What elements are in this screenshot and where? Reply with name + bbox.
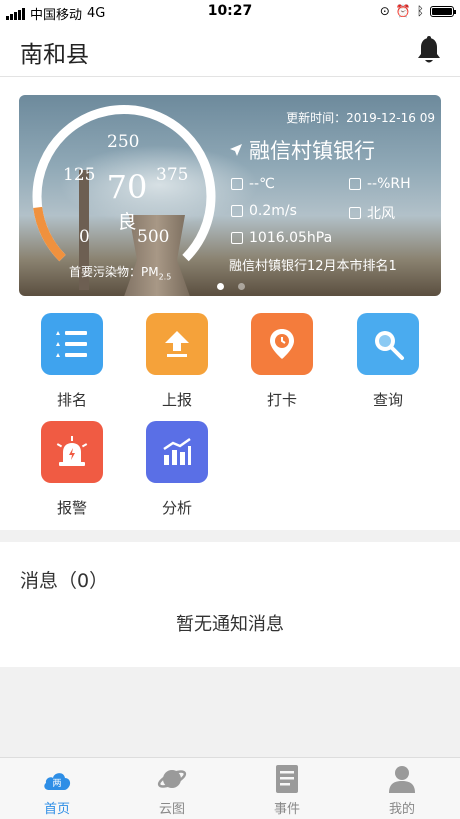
thermometer-icon	[231, 178, 243, 190]
feature-label: 分析	[161, 499, 192, 517]
page-title: 南和县	[20, 42, 89, 68]
feature-label: 查询	[372, 391, 403, 409]
wind-speed-icon	[231, 205, 243, 217]
humidity-value: --%RH	[367, 176, 411, 192]
gauge-tick-250: 250	[107, 132, 140, 152]
chart-analysis-icon	[146, 421, 208, 483]
search-icon	[357, 313, 419, 375]
document-icon	[272, 764, 302, 794]
temperature-value: --℃	[249, 176, 275, 192]
rotation-lock-icon: ⊙	[379, 4, 390, 18]
station-label: 融信村镇银行	[249, 139, 375, 163]
feature-ranking[interactable]: 排名	[19, 313, 125, 410]
carousel-dots	[217, 283, 245, 290]
carousel-dot[interactable]	[217, 283, 224, 290]
location-clock-icon	[251, 313, 313, 375]
app-header: 南和县	[0, 24, 460, 77]
alarm-icon: ⏰	[395, 4, 411, 18]
pollutant-subscript: 2.5	[158, 272, 172, 282]
feature-query[interactable]: 查询	[335, 313, 441, 410]
bell-icon[interactable]	[416, 36, 442, 64]
gauge-tick-125: 125	[63, 165, 96, 185]
tab-profile[interactable]: 我的	[362, 764, 442, 817]
tab-label: 首页	[43, 802, 70, 817]
station-name: 融信村镇银行	[229, 135, 375, 165]
aqi-level: 良	[117, 211, 137, 233]
ranking-list-icon	[41, 313, 103, 375]
feature-label: 上报	[161, 391, 192, 409]
feature-label: 排名	[56, 391, 87, 409]
temperature-item: --℃	[231, 176, 275, 192]
primary-pollutant: 首要污染物：PM2.5	[69, 263, 171, 281]
gauge-tick-375: 375	[156, 165, 189, 185]
battery-icon	[430, 5, 456, 17]
home-cloud-icon: 两	[42, 764, 72, 794]
wind-direction-value: 北风	[367, 206, 395, 222]
bluetooth-icon: ᛒ	[416, 4, 424, 18]
messages-title: 消息（0）	[20, 570, 109, 592]
humidity-item: --%RH	[349, 176, 411, 192]
tab-home[interactable]: 两 首页	[17, 764, 97, 817]
feature-label: 打卡	[266, 391, 297, 409]
main-content: 250 125 375 0 500 70 良 首要污染物：PM2.5 更新时间：…	[0, 77, 460, 530]
pressure-icon	[231, 232, 243, 244]
planet-icon	[157, 764, 187, 794]
status-bar: 中国移动 4G 10:27 ⊙ ⏰ ᛒ	[0, 0, 460, 24]
aqi-value: 70	[106, 168, 148, 206]
pressure-item: 1016.05hPa	[231, 230, 332, 246]
wind-speed-value: 0.2m/s	[249, 203, 297, 219]
alarm-siren-icon	[41, 421, 103, 483]
tab-label: 事件	[273, 802, 300, 817]
feature-report[interactable]: 上报	[124, 313, 230, 410]
pollutant-label: 首要污染物：PM	[69, 265, 159, 279]
gauge-tick-0: 0	[79, 227, 90, 247]
status-right: ⊙ ⏰ ᛒ	[379, 4, 456, 18]
feature-alarm[interactable]: 报警	[19, 421, 125, 518]
carousel-dot[interactable]	[238, 283, 245, 290]
messages-section: 消息（0） 暂无通知消息	[0, 542, 460, 667]
bottom-tab-bar: 两 首页 云图 事件 我的	[0, 757, 460, 819]
person-icon	[387, 764, 417, 794]
empty-messages-text: 暂无通知消息	[176, 614, 284, 635]
feature-analysis[interactable]: 分析	[124, 421, 230, 518]
tab-label: 我的	[388, 802, 415, 817]
humidity-icon	[349, 178, 361, 190]
svg-text:两: 两	[52, 778, 61, 789]
upload-arrow-icon	[146, 313, 208, 375]
feature-checkin[interactable]: 打卡	[229, 313, 335, 410]
gauge-tick-500: 500	[137, 227, 170, 247]
feature-label: 报警	[56, 499, 87, 517]
navigation-arrow-icon	[230, 144, 242, 156]
wind-speed-item: 0.2m/s	[231, 203, 297, 219]
wind-direction-icon	[349, 207, 361, 219]
tab-label: 云图	[158, 802, 185, 817]
wind-direction-item: 北风	[349, 203, 395, 223]
rank-text: 融信村镇银行12月本市排名1	[229, 259, 397, 274]
tab-events[interactable]: 事件	[247, 764, 327, 817]
air-quality-banner[interactable]: 250 125 375 0 500 70 良 首要污染物：PM2.5 更新时间：…	[19, 95, 441, 296]
update-time: 更新时间：2019-12-16 09	[286, 111, 435, 125]
pressure-value: 1016.05hPa	[249, 230, 333, 246]
tab-cloud-map[interactable]: 云图	[132, 764, 212, 817]
